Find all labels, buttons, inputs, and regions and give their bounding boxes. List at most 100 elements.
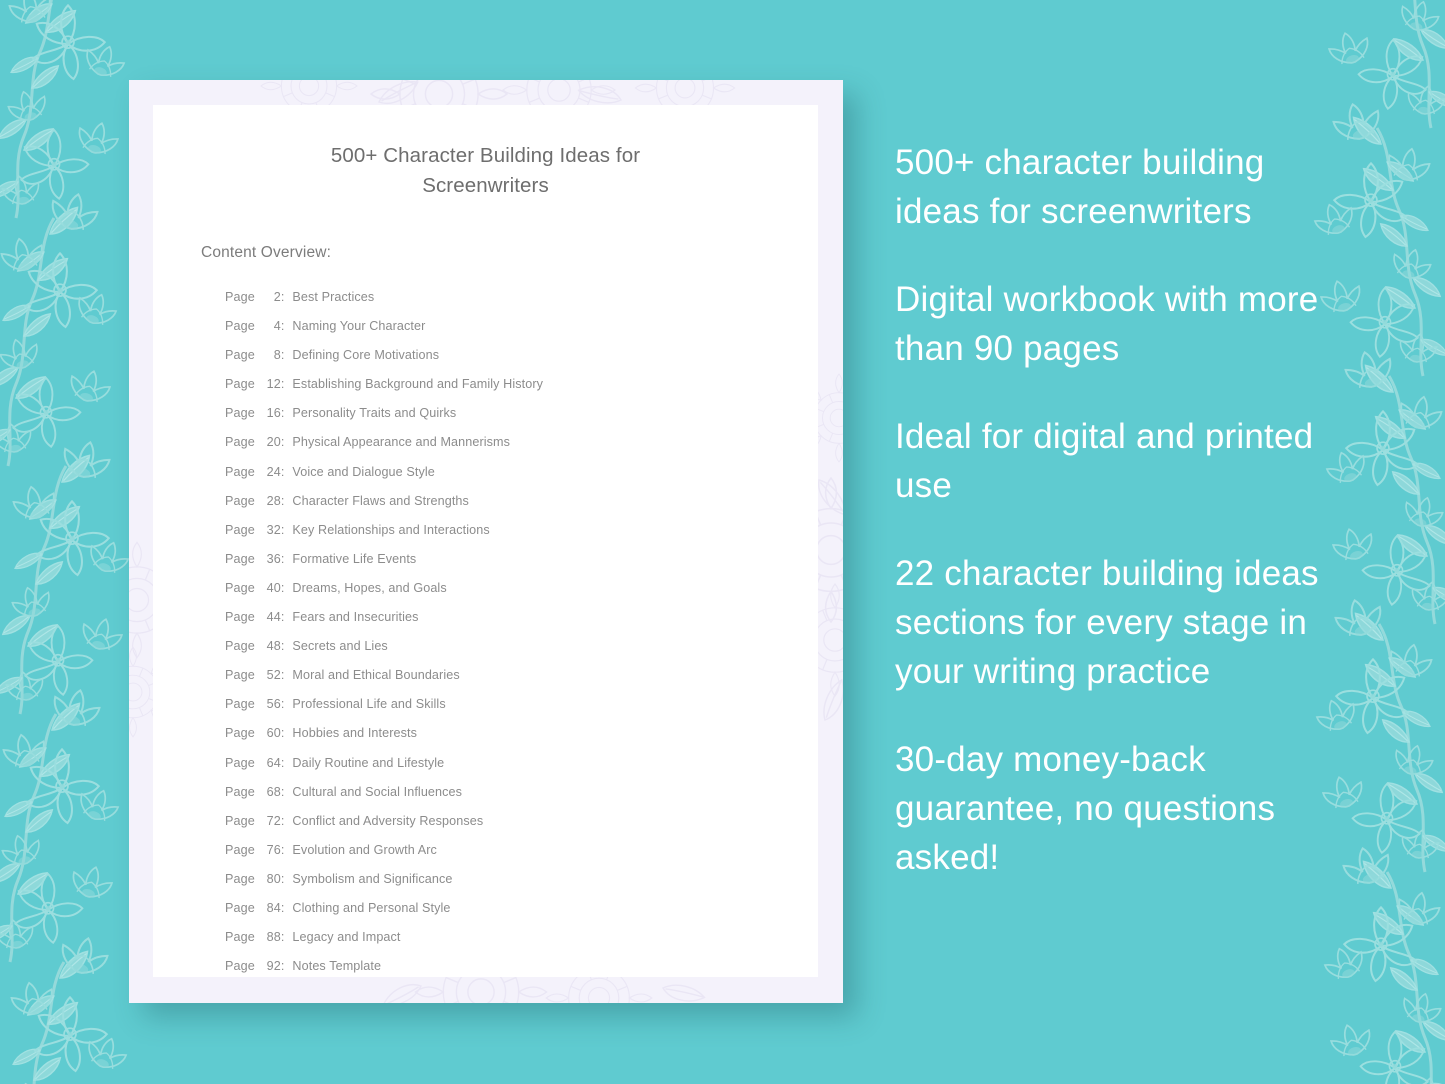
table-of-contents-row: Page 32: Key Relationships and Interaction…: [225, 516, 774, 545]
toc-page-word: Page: [225, 813, 255, 828]
toc-page-number: 4: [273, 319, 281, 334]
toc-page-word: Page: [225, 319, 255, 334]
toc-section-title: Naming Your Character: [292, 319, 426, 334]
toc-separator: :: [280, 319, 285, 334]
table-of-contents-row: Page 12: Establishing Background and Famil…: [225, 370, 774, 399]
toc-page-word: Page: [225, 842, 255, 857]
toc-section-title: Character Flaws and Strengths: [292, 493, 469, 508]
toc-page-number: 20: [266, 435, 281, 450]
table-of-contents-row: Page 76: Evolution and Growth Arc: [225, 836, 774, 865]
toc-page-word: Page: [225, 435, 255, 450]
toc-separator: :: [280, 464, 285, 479]
toc-page-word: Page: [225, 522, 255, 537]
toc-separator: :: [280, 290, 285, 304]
table-of-contents-row: Page 24: Voice and Dialogue Style: [225, 458, 774, 487]
toc-page-word: Page: [225, 464, 255, 479]
toc-section-title: Professional Life and Skills: [292, 697, 446, 712]
marketing-bullet: 30-day money-back guarantee, no question…: [895, 740, 1276, 877]
table-of-contents-row: Page 80: Symbolism and Significance: [225, 865, 774, 894]
toc-page-word: Page: [225, 551, 255, 566]
toc-page-number: 92: [266, 959, 281, 974]
toc-separator: :: [280, 580, 285, 595]
table-of-contents-row: Page 72: Conflict and Adversity Responses: [225, 807, 774, 836]
toc-page-word: Page: [225, 697, 255, 712]
toc-section-title: Key Relationships and Interactions: [292, 522, 490, 537]
toc-section-title: Daily Routine and Lifestyle: [292, 755, 445, 770]
page-title: 500+ Character Building Ideas for Screen…: [330, 144, 641, 197]
toc-separator: :: [280, 668, 285, 683]
toc-page-word: Page: [225, 406, 255, 421]
document-page-card: 500+ Character Building Ideas for Screen…: [129, 80, 843, 1003]
table-of-contents-row: Page 92: Notes Template: [225, 952, 774, 981]
toc-page-word: Page: [225, 755, 255, 770]
table-of-contents-row: Page 36: Formative Life Events: [225, 545, 774, 574]
table-of-contents-row: Page 68: Cultural and Social Influences: [225, 778, 774, 807]
table-of-contents-row: Page 56: Professional Life and Skills: [225, 690, 774, 719]
table-of-contents-row: Page 44: Fears and Insecurities: [225, 603, 774, 632]
toc-separator: :: [280, 900, 285, 915]
toc-page-word: Page: [225, 580, 255, 595]
table-of-contents-row: Page 16: Personality Traits and Quirks: [225, 399, 774, 428]
toc-page-word: Page: [225, 290, 255, 304]
toc-section-title: Establishing Background and Family Histo…: [292, 377, 544, 392]
toc-separator: :: [280, 930, 285, 945]
table-of-contents: Page 2: Best Practices Page 4: Naming Your Ch…: [225, 283, 774, 981]
toc-section-title: Conflict and Adversity Responses: [292, 813, 484, 828]
toc-page-number: 60: [266, 726, 281, 741]
toc-page-word: Page: [225, 871, 255, 886]
marketing-bullet: Ideal for digital and printed use: [895, 417, 1314, 505]
table-of-contents-row: Page 88: Legacy and Impact: [225, 923, 774, 952]
toc-page-word: Page: [225, 377, 255, 392]
toc-separator: :: [280, 610, 285, 625]
toc-separator: :: [280, 522, 285, 537]
toc-separator: :: [280, 406, 285, 421]
toc-section-title: Symbolism and Significance: [292, 871, 453, 886]
marketing-bullet: 22 character building ideas sections for…: [895, 554, 1319, 691]
toc-page-word: Page: [225, 493, 255, 508]
toc-page-number: 72: [266, 813, 281, 828]
toc-section-title: Dreams, Hopes, and Goals: [292, 580, 447, 595]
toc-section-title: Cultural and Social Influences: [292, 784, 463, 799]
toc-page-number: 36: [266, 551, 281, 566]
toc-page-word: Page: [225, 784, 255, 799]
toc-page-word: Page: [225, 610, 255, 625]
toc-page-number: 48: [266, 639, 281, 654]
toc-separator: :: [280, 959, 285, 974]
toc-page-number: 88: [266, 930, 281, 945]
table-of-contents-row: Page 40: Dreams, Hopes, and Goals: [225, 574, 774, 603]
toc-page-word: Page: [225, 959, 255, 974]
toc-page-number: 2: [273, 290, 281, 304]
toc-section-title: Legacy and Impact: [292, 930, 401, 945]
toc-page-number: 32: [266, 522, 281, 537]
toc-page-word: Page: [225, 348, 255, 363]
toc-page-word: Page: [225, 900, 255, 915]
toc-page-word: Page: [225, 639, 255, 654]
toc-page-word: Page: [225, 930, 255, 945]
table-of-contents-row: Page 28: Character Flaws and Strengths: [225, 487, 774, 516]
toc-separator: :: [280, 435, 285, 450]
toc-section-title: Best Practices: [292, 290, 375, 304]
toc-page-number: 16: [266, 406, 281, 421]
toc-page-number: 24: [266, 464, 281, 479]
toc-section-title: Moral and Ethical Boundaries: [292, 668, 460, 683]
toc-page-number: 40: [266, 580, 281, 595]
toc-section-title: Notes Template: [292, 959, 382, 974]
toc-page-number: 44: [266, 610, 281, 625]
toc-page-word: Page: [225, 668, 255, 683]
marketing-bullet: Digital workbook with more than 90 pages: [895, 280, 1319, 368]
toc-page-word: Page: [225, 726, 255, 741]
toc-section-title: Personality Traits and Quirks: [292, 406, 457, 421]
toc-page-number: 68: [266, 784, 281, 799]
toc-page-number: 52: [266, 668, 281, 683]
toc-separator: :: [280, 813, 285, 828]
table-of-contents-row: Page 4: Naming Your Character: [225, 312, 774, 341]
toc-section-title: Hobbies and Interests: [292, 726, 418, 741]
toc-page-number: 80: [266, 871, 281, 886]
toc-section-title: Physical Appearance and Mannerisms: [292, 435, 511, 450]
marketing-bullet: 500+ character building ideas for screen…: [895, 143, 1265, 231]
marketing-bullet-list: 500+ character building ideas for screen…: [895, 138, 1355, 882]
table-of-contents-row: Page 2: Best Practices: [225, 283, 774, 312]
toc-separator: :: [280, 726, 285, 741]
table-of-contents-row: Page 20: Physical Appearance and Mannerism…: [225, 428, 774, 457]
toc-section-title: Evolution and Growth Arc: [292, 842, 437, 857]
